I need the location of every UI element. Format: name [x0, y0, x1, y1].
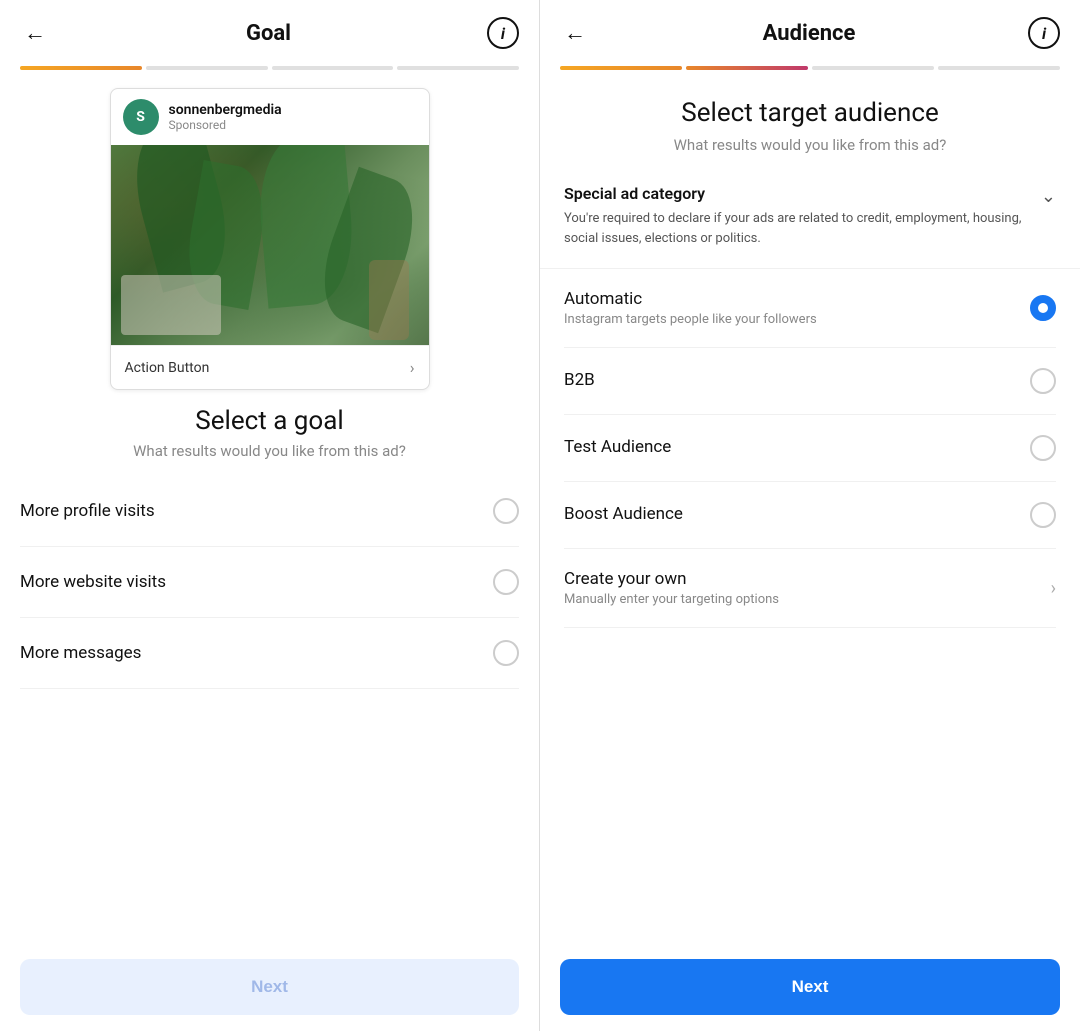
left-next-button[interactable]: Next — [20, 959, 519, 1015]
option-create-own-text: Create your own Manually enter your targ… — [564, 569, 779, 607]
option-more-website-visits[interactable]: More website visits — [20, 547, 519, 618]
ad-account-name: sonnenbergmedia — [169, 102, 282, 118]
option-boost-audience-right — [1030, 502, 1056, 528]
left-progress-1 — [20, 66, 142, 70]
radio-test-audience[interactable] — [1030, 435, 1056, 461]
right-progress-bar — [540, 66, 1080, 78]
special-ad-header: Special ad category You're required to d… — [564, 184, 1056, 248]
ad-action-chevron-icon: › — [410, 358, 415, 377]
option-label: More website visits — [20, 572, 166, 592]
option-b2b[interactable]: B2B — [564, 348, 1056, 415]
radio-boost-audience[interactable] — [1030, 502, 1056, 528]
option-test-audience-name: Test Audience — [564, 437, 671, 457]
ad-preview-card: S sonnenbergmedia Sponsored Action Butto… — [110, 88, 430, 390]
ad-account-info: sonnenbergmedia Sponsored — [169, 102, 282, 132]
option-automatic-name: Automatic — [564, 289, 817, 309]
right-back-button[interactable]: ← — [560, 16, 590, 50]
right-panel: ← Audience i Select target audience What… — [540, 0, 1080, 1031]
radio-automatic[interactable] — [1030, 295, 1056, 321]
left-next-btn-container: Next — [0, 943, 539, 1031]
left-back-button[interactable]: ← — [20, 16, 50, 50]
left-info-button[interactable]: i — [487, 17, 519, 49]
option-create-own-sub: Manually enter your targeting options — [564, 592, 779, 607]
goal-title-section: Select a goal What results would you lik… — [0, 398, 539, 466]
left-progress-3 — [272, 66, 394, 70]
goal-options-list: More profile visits More website visits … — [0, 466, 539, 943]
right-next-btn-container: Next — [540, 943, 1080, 1031]
option-boost-audience[interactable]: Boost Audience — [564, 482, 1056, 549]
special-ad-title: Special ad category — [564, 184, 1031, 203]
option-create-own-right: › — [1051, 578, 1056, 599]
option-boost-audience-text: Boost Audience — [564, 504, 683, 527]
ad-preview-wrapper: S sonnenbergmedia Sponsored Action Butto… — [0, 78, 539, 398]
option-create-own[interactable]: Create your own Manually enter your targ… — [564, 549, 1056, 628]
ad-action-row[interactable]: Action Button › — [111, 345, 429, 389]
option-more-profile-visits[interactable]: More profile visits — [20, 476, 519, 547]
option-test-audience-text: Test Audience — [564, 437, 671, 460]
option-automatic[interactable]: Automatic Instagram targets people like … — [564, 269, 1056, 348]
radio-b2b[interactable] — [1030, 368, 1056, 394]
left-page-title: Goal — [246, 21, 291, 46]
option-automatic-sub: Instagram targets people like your follo… — [564, 312, 817, 327]
option-automatic-text: Automatic Instagram targets people like … — [564, 289, 817, 327]
special-ad-chevron-down-icon: ⌄ — [1041, 186, 1056, 207]
audience-title-section: Select target audience What results woul… — [540, 78, 1080, 164]
right-progress-3 — [812, 66, 934, 70]
left-header: ← Goal i — [0, 0, 539, 66]
right-info-button[interactable]: i — [1028, 17, 1060, 49]
ad-image — [111, 145, 429, 345]
ad-card-header: S sonnenbergmedia Sponsored — [111, 89, 429, 145]
audience-options-list: Automatic Instagram targets people like … — [540, 269, 1080, 943]
option-label: More messages — [20, 643, 141, 663]
radio-more-website-visits[interactable] — [493, 569, 519, 595]
option-b2b-right — [1030, 368, 1056, 394]
option-b2b-name: B2B — [564, 370, 595, 390]
left-panel: ← Goal i S sonnenbergmedia Sponsored — [0, 0, 540, 1031]
right-progress-1 — [560, 66, 682, 70]
avatar: S — [123, 99, 159, 135]
right-next-button[interactable]: Next — [560, 959, 1060, 1015]
right-page-title: Audience — [763, 21, 856, 46]
special-ad-text: Special ad category You're required to d… — [564, 184, 1031, 248]
option-automatic-right — [1030, 295, 1056, 321]
goal-title: Select a goal — [20, 406, 519, 436]
special-ad-section[interactable]: Special ad category You're required to d… — [540, 164, 1080, 269]
right-header: ← Audience i — [540, 0, 1080, 66]
special-ad-desc: You're required to declare if your ads a… — [564, 209, 1031, 248]
option-more-messages[interactable]: More messages — [20, 618, 519, 689]
create-own-chevron-icon: › — [1051, 578, 1056, 599]
option-test-audience-right — [1030, 435, 1056, 461]
left-progress-2 — [146, 66, 268, 70]
option-create-own-name: Create your own — [564, 569, 779, 589]
radio-more-profile-visits[interactable] — [493, 498, 519, 524]
right-progress-2 — [686, 66, 808, 70]
option-test-audience[interactable]: Test Audience — [564, 415, 1056, 482]
ad-sponsored-label: Sponsored — [169, 118, 282, 132]
option-boost-audience-name: Boost Audience — [564, 504, 683, 524]
radio-more-messages[interactable] — [493, 640, 519, 666]
right-progress-4 — [938, 66, 1060, 70]
goal-subtitle: What results would you like from this ad… — [20, 442, 519, 460]
left-progress-4 — [397, 66, 519, 70]
option-label: More profile visits — [20, 501, 155, 521]
ad-action-label: Action Button — [125, 360, 210, 376]
left-progress-bar — [0, 66, 539, 78]
audience-title: Select target audience — [564, 98, 1056, 128]
audience-subtitle: What results would you like from this ad… — [564, 136, 1056, 154]
option-b2b-text: B2B — [564, 370, 595, 393]
